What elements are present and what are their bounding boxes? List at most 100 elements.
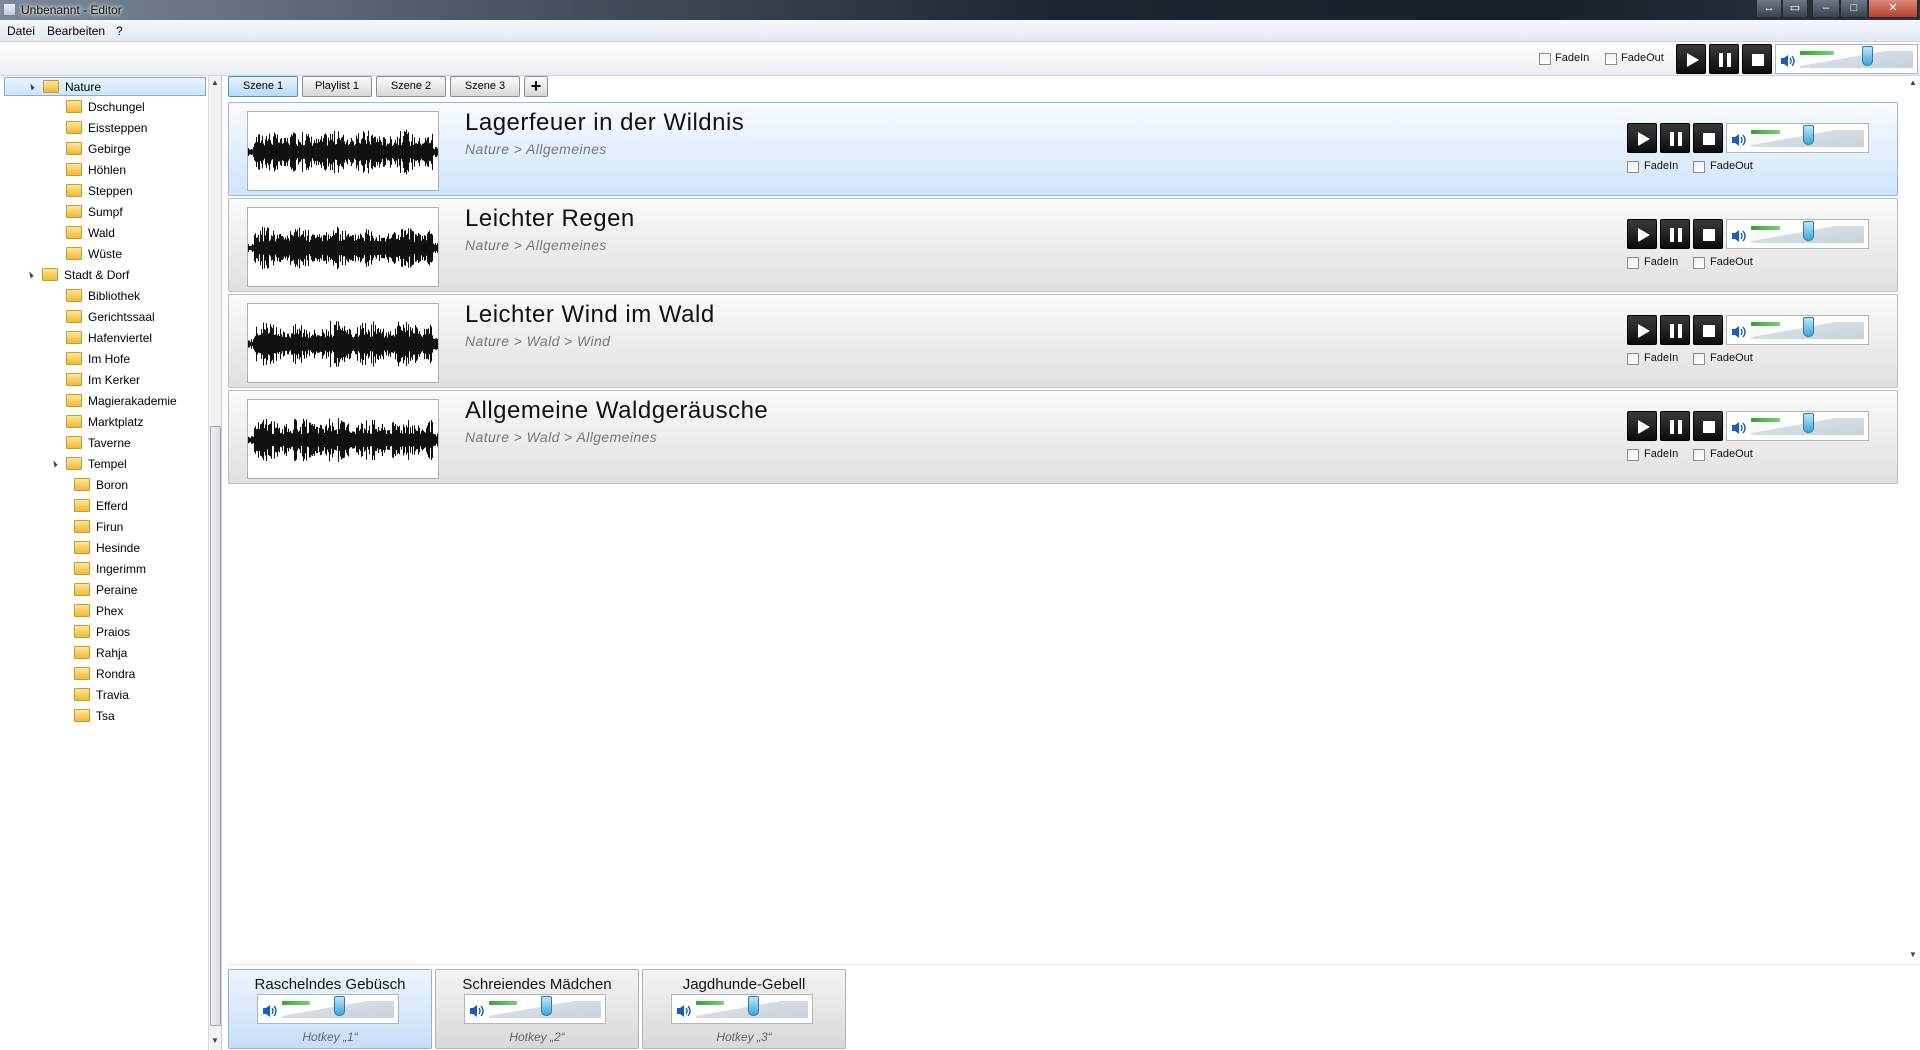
main-scroll-down-icon[interactable]: ▼ (1909, 950, 1917, 959)
tree-item[interactable]: Tempel (50, 455, 127, 474)
hotkey-card[interactable]: Jagdhunde-Gebell Hotkey „3“ (642, 969, 846, 1049)
resize-icon[interactable]: ↔ (1756, 0, 1782, 18)
tree-item[interactable]: Travia (74, 686, 129, 705)
fadeout-checkbox[interactable] (1693, 353, 1705, 365)
volume-thumb[interactable] (1862, 46, 1873, 66)
hotkey-volume-slider[interactable] (464, 994, 606, 1024)
tree-item[interactable]: Boron (74, 476, 128, 495)
sound-card[interactable]: Leichter Wind im Wald Nature > Wald > Win… (228, 294, 1898, 388)
global-play-button[interactable] (1676, 44, 1706, 74)
tree-item[interactable]: Gerichtssaal (66, 308, 155, 327)
fadein-checkbox[interactable] (1627, 449, 1639, 461)
fadein-checkbox[interactable] (1627, 353, 1639, 365)
menu-datei[interactable]: Datei (7, 24, 35, 38)
pause-button[interactable] (1660, 411, 1690, 441)
menu-help[interactable]: ? (116, 24, 123, 38)
volume-thumb[interactable] (748, 996, 759, 1016)
sound-card[interactable]: Leichter Regen Nature > Allgemeines FadeIn… (228, 198, 1898, 292)
expand-arrow-icon[interactable] (26, 271, 34, 279)
scroll-down-icon[interactable]: ▼ (211, 1036, 219, 1045)
main-scroll-up-icon[interactable]: ▲ (1909, 78, 1917, 87)
volume-thumb[interactable] (334, 996, 345, 1016)
tree-scrollbar-thumb[interactable] (210, 426, 221, 1026)
main-scrollbar[interactable]: ▲ ▼ (1906, 76, 1920, 964)
restore-small-icon[interactable]: ▭ (1782, 0, 1808, 18)
volume-slider[interactable] (1726, 315, 1869, 345)
tree-item[interactable]: Firun (74, 518, 123, 537)
tree-item[interactable]: Ingerimm (74, 560, 146, 579)
tree-item[interactable]: Steppen (66, 182, 133, 201)
tree-item[interactable]: Efferd (74, 497, 128, 516)
tree-item[interactable]: Wald (66, 224, 115, 243)
expand-arrow-icon[interactable] (50, 460, 58, 468)
tree-item[interactable]: Praios (74, 623, 130, 642)
tree-item[interactable]: Dschungel (66, 98, 145, 117)
pause-button[interactable] (1660, 315, 1690, 345)
tree-item[interactable]: Peraine (74, 581, 137, 600)
global-fadein-checkbox[interactable] (1539, 53, 1551, 65)
global-pause-button[interactable] (1709, 44, 1739, 74)
tree-item[interactable]: Wüste (66, 245, 122, 264)
tree-item[interactable]: Eissteppen (66, 119, 147, 138)
expand-arrow-icon[interactable] (27, 83, 35, 91)
tree-item[interactable]: Stadt & Dorf (26, 266, 129, 285)
tree-item[interactable]: Hafenviertel (66, 329, 152, 348)
pause-button[interactable] (1660, 123, 1690, 153)
fadeout-checkbox[interactable] (1693, 161, 1705, 173)
add-tab-button[interactable]: + (524, 76, 548, 97)
tree-item[interactable]: Rondra (74, 665, 135, 684)
hotkey-card[interactable]: Raschelndes Gebüsch Hotkey „1“ (228, 969, 432, 1049)
tab-szene-3[interactable]: Szene 3 (450, 76, 520, 97)
hotkey-volume-slider[interactable] (257, 994, 399, 1024)
tree-item[interactable]: Phex (74, 602, 123, 621)
volume-thumb[interactable] (1803, 317, 1814, 337)
tree-item[interactable]: Rahja (74, 644, 127, 663)
play-button[interactable] (1627, 219, 1657, 249)
volume-slider[interactable] (1726, 411, 1869, 441)
tree-item[interactable]: Magierakademie (66, 392, 177, 411)
tab-szene-2[interactable]: Szene 2 (376, 76, 446, 97)
tree-item[interactable]: Taverne (66, 434, 131, 453)
hotkey-card[interactable]: Schreiendes Mädchen Hotkey „2“ (435, 969, 639, 1049)
tree-item[interactable]: Höhlen (66, 161, 126, 180)
tree-item[interactable]: Bibliothek (66, 287, 140, 306)
global-volume-slider[interactable] (1775, 44, 1918, 74)
tab-playlist-1[interactable]: Playlist 1 (302, 76, 372, 97)
volume-slider[interactable] (1726, 123, 1869, 153)
tree-item[interactable]: Hesinde (74, 539, 140, 558)
menu-bearbeiten[interactable]: Bearbeiten (47, 24, 105, 38)
tree-item[interactable]: Im Hofe (66, 350, 130, 369)
stop-button[interactable] (1693, 219, 1723, 249)
hotkey-volume-slider[interactable] (671, 994, 813, 1024)
volume-thumb[interactable] (1803, 221, 1814, 241)
fadeout-checkbox[interactable] (1693, 449, 1705, 461)
stop-button[interactable] (1693, 315, 1723, 345)
volume-thumb[interactable] (1803, 413, 1814, 433)
pause-button[interactable] (1660, 219, 1690, 249)
play-button[interactable] (1627, 411, 1657, 441)
play-button[interactable] (1627, 123, 1657, 153)
tab-szene-1[interactable]: Szene 1 (228, 76, 298, 97)
tree-item[interactable]: Nature (4, 77, 206, 96)
minimize-button[interactable]: – (1812, 0, 1840, 18)
maximize-button[interactable]: □ (1840, 0, 1868, 18)
tree-scrollbar[interactable]: ▲ ▼ (208, 76, 221, 1050)
tree-item[interactable]: Marktplatz (66, 413, 143, 432)
stop-button[interactable] (1693, 123, 1723, 153)
volume-slider[interactable] (1726, 219, 1869, 249)
global-stop-button[interactable] (1742, 44, 1772, 74)
stop-button[interactable] (1693, 411, 1723, 441)
fadein-checkbox[interactable] (1627, 257, 1639, 269)
fadeout-checkbox[interactable] (1693, 257, 1705, 269)
fadein-checkbox[interactable] (1627, 161, 1639, 173)
tree-item[interactable]: Im Kerker (66, 371, 140, 390)
scroll-up-icon[interactable]: ▲ (211, 78, 219, 87)
play-button[interactable] (1627, 315, 1657, 345)
tree-item[interactable]: Tsa (74, 707, 115, 726)
sound-card[interactable]: Lagerfeuer in der Wildnis Nature > Allgem… (228, 102, 1898, 196)
volume-thumb[interactable] (541, 996, 552, 1016)
close-button[interactable]: ✕ (1868, 0, 1918, 18)
global-fadeout-checkbox[interactable] (1605, 53, 1617, 65)
tree-item[interactable]: Sumpf (66, 203, 123, 222)
volume-thumb[interactable] (1803, 125, 1814, 145)
